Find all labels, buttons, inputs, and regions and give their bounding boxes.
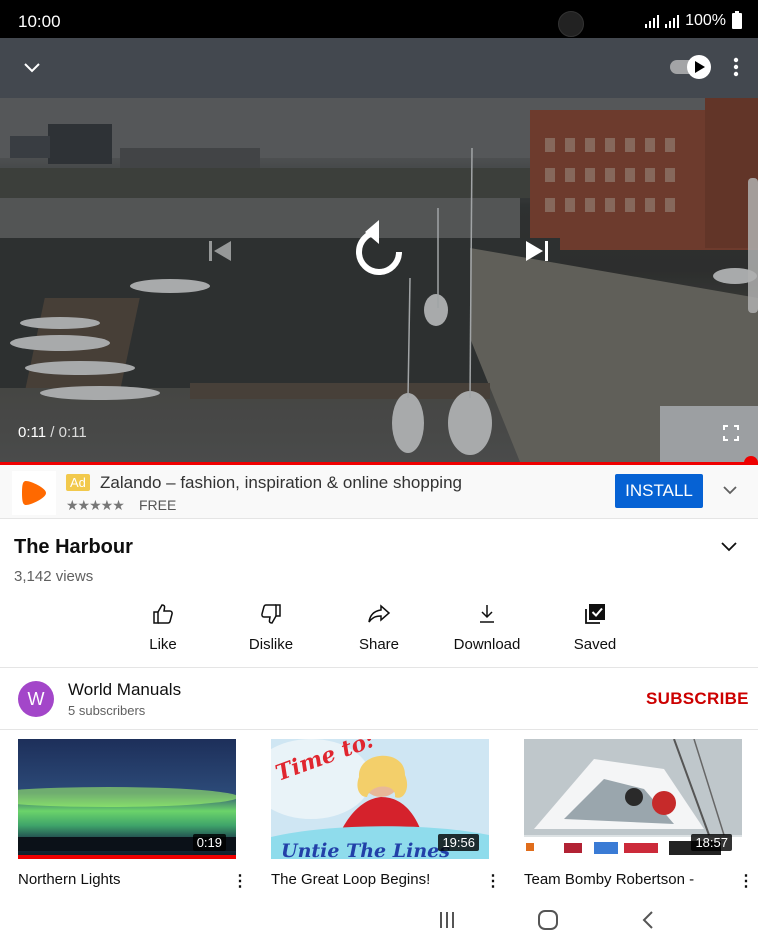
status-time: 10:00	[18, 12, 61, 31]
related-video-title[interactable]: Team Bomby Robertson -	[524, 871, 732, 888]
related-video-card[interactable]: 0:19 Northern Lights ⋮	[18, 739, 248, 890]
saved-button[interactable]: Saved	[541, 600, 649, 653]
divider	[0, 729, 758, 730]
signal-icon	[645, 14, 660, 28]
divider	[0, 667, 758, 668]
share-label: Share	[358, 636, 400, 653]
current-time: 0:11	[18, 424, 47, 441]
ad-rating-stars: ★★★★★	[66, 497, 125, 513]
install-button[interactable]: INSTALL	[615, 474, 703, 508]
subscribe-button[interactable]: SUBSCRIBE	[646, 689, 749, 709]
minimize-chevron-icon[interactable]	[20, 56, 44, 80]
saved-icon	[583, 600, 607, 628]
share-icon	[367, 600, 391, 628]
fullscreen-icon[interactable]	[720, 422, 742, 444]
thumb-up-icon	[151, 600, 175, 628]
channel-name[interactable]: World Manuals	[68, 680, 181, 700]
home-icon[interactable]	[537, 909, 559, 936]
ad-banner[interactable]: Ad Zalando – fashion, inspiration & onli…	[0, 465, 758, 519]
zalando-logo	[12, 471, 56, 515]
duration-badge: 19:56	[438, 834, 479, 851]
time-readout: 0:11 / 0:11	[18, 424, 87, 441]
thumbnail-text-bottom: Untie The Lines	[281, 840, 450, 859]
time-separator: /	[46, 424, 59, 441]
ad-expand-chevron-icon[interactable]	[722, 482, 738, 500]
autoplay-toggle[interactable]	[668, 54, 712, 80]
battery-percent: 100%	[685, 12, 726, 29]
front-camera	[558, 11, 584, 37]
previous-icon[interactable]	[205, 236, 235, 266]
ad-title[interactable]: Zalando – fashion, inspiration & online …	[100, 473, 462, 493]
video-thumbnail[interactable]: Time to: Untie The Lines 19:56	[271, 739, 489, 859]
channel-avatar[interactable]: W	[18, 681, 54, 717]
share-button[interactable]: Share	[325, 600, 433, 653]
like-label: Like	[149, 636, 177, 653]
video-duration: 0:11	[58, 424, 87, 441]
ad-price: FREE	[139, 497, 177, 513]
description-expand-chevron-icon[interactable]	[720, 540, 738, 558]
view-count: 3,142 views	[14, 568, 94, 585]
replay-icon[interactable]	[348, 216, 410, 282]
video-thumbnail[interactable]: 18:57	[524, 739, 742, 859]
more-options-icon[interactable]	[726, 54, 746, 80]
saved-label: Saved	[573, 636, 617, 653]
download-button[interactable]: Download	[433, 600, 541, 653]
related-video-card[interactable]: Time to: Untie The Lines 19:56 The Great…	[271, 739, 501, 890]
video-thumbnail[interactable]: 0:19	[18, 739, 236, 859]
related-video-card[interactable]: 18:57 Team Bomby Robertson - ⋮	[524, 739, 754, 890]
action-row: Like Dislike Share Download Saved	[109, 600, 649, 653]
related-video-title[interactable]: The Great Loop Begins!	[271, 871, 479, 888]
status-indicators: 100%	[645, 11, 742, 30]
more-options-icon[interactable]: ⋮	[485, 871, 501, 891]
signal-icon	[665, 14, 680, 28]
duration-badge: 18:57	[691, 834, 732, 851]
download-label: Download	[453, 636, 521, 653]
subscriber-count: 5 subscribers	[68, 703, 146, 718]
download-icon	[475, 600, 499, 628]
recent-apps-icon[interactable]	[437, 910, 457, 935]
video-title[interactable]: The Harbour	[14, 536, 133, 559]
duration-badge: 0:19	[192, 834, 226, 851]
more-options-icon[interactable]: ⋮	[232, 871, 248, 891]
battery-icon	[732, 11, 742, 29]
more-options-icon[interactable]: ⋮	[738, 871, 754, 891]
dislike-button[interactable]: Dislike	[217, 600, 325, 653]
next-icon[interactable]	[522, 236, 552, 266]
status-bar: 10:00 100%	[0, 0, 758, 38]
related-video-title[interactable]: Northern Lights	[18, 871, 226, 888]
thumb-down-icon	[259, 600, 283, 628]
back-icon[interactable]	[640, 910, 656, 935]
dislike-label: Dislike	[248, 636, 294, 653]
like-button[interactable]: Like	[109, 600, 217, 653]
ad-badge: Ad	[66, 474, 90, 491]
system-nav-bar	[0, 894, 758, 946]
video-player[interactable]: 0:11 / 0:11	[0, 38, 758, 462]
